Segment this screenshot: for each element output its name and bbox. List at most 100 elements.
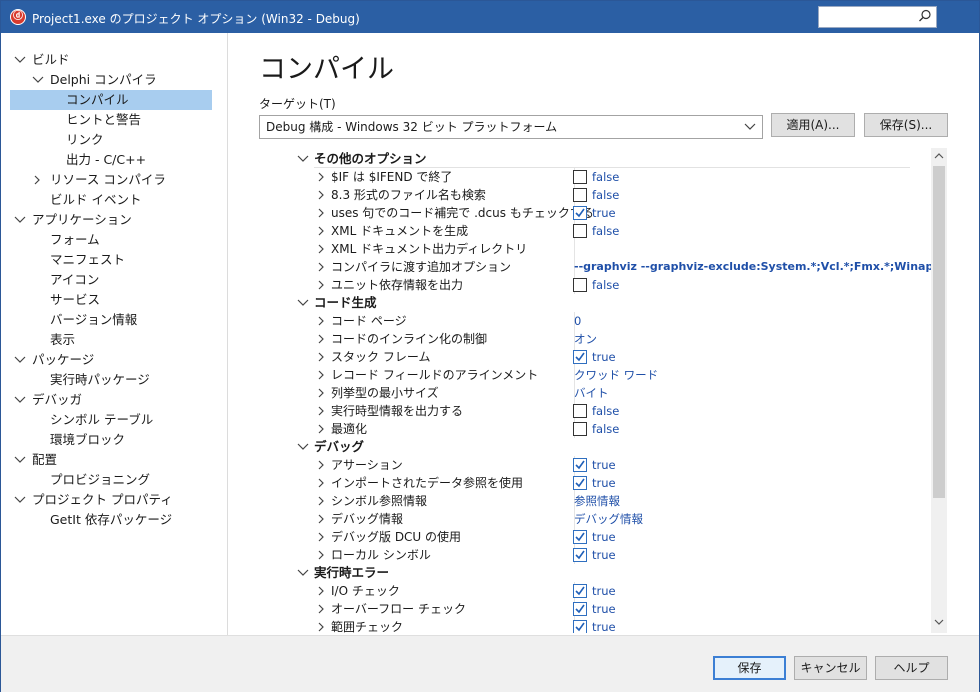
sidebar-item[interactable]: マニフェスト	[10, 250, 220, 270]
save-settings-button[interactable]: 保存(S)...	[864, 113, 948, 137]
vertical-scrollbar[interactable]	[931, 148, 947, 633]
option-row[interactable]: コード ページ 0	[289, 312, 949, 330]
option-checkbox[interactable]	[573, 206, 587, 220]
chevron-right-icon[interactable]	[316, 604, 326, 614]
option-row[interactable]: 範囲チェック true	[289, 618, 949, 633]
chevron-right-icon[interactable]	[316, 514, 326, 524]
option-checkbox[interactable]	[573, 278, 587, 292]
option-row[interactable]: デバッグ版 DCU の使用 true	[289, 528, 949, 546]
sidebar-item[interactable]: アイコン	[10, 270, 220, 290]
help-button[interactable]: ヘルプ	[875, 656, 948, 680]
option-value[interactable]: --graphviz --graphviz-exclude:System.*;V…	[574, 258, 947, 276]
chevron-down-icon[interactable]	[297, 442, 309, 452]
sidebar-item[interactable]: リンク	[10, 130, 220, 150]
option-checkbox[interactable]	[573, 530, 587, 544]
sidebar-item[interactable]: コンパイル	[10, 90, 212, 110]
option-checkbox[interactable]	[573, 188, 587, 202]
option-value[interactable]: クワッド ワード	[574, 366, 658, 384]
chevron-down-icon[interactable]	[32, 75, 44, 85]
option-checkbox[interactable]	[573, 602, 587, 616]
scroll-up-icon[interactable]	[934, 152, 944, 160]
option-row[interactable]: オーバーフロー チェック true	[289, 600, 949, 618]
chevron-right-icon[interactable]	[316, 172, 326, 182]
save-button[interactable]: 保存	[713, 656, 786, 680]
search-input[interactable]	[818, 6, 937, 28]
option-checkbox[interactable]	[573, 584, 587, 598]
option-row[interactable]: レコード フィールドのアラインメント クワッド ワード	[289, 366, 949, 384]
chevron-down-icon[interactable]	[14, 55, 26, 65]
sidebar-item[interactable]: プロジェクト プロパティ	[10, 490, 220, 510]
chevron-right-icon[interactable]	[316, 208, 326, 218]
option-checkbox[interactable]	[573, 170, 587, 184]
sidebar-item[interactable]: 実行時パッケージ	[10, 370, 220, 390]
option-checkbox[interactable]	[573, 476, 587, 490]
option-row[interactable]: コンパイラに渡す追加オプション --graphviz --graphviz-exc…	[289, 258, 949, 276]
option-row[interactable]: I/O チェック true	[289, 582, 949, 600]
cancel-button[interactable]: キャンセル	[794, 656, 867, 680]
sidebar-item[interactable]: ヒントと警告	[10, 110, 220, 130]
option-category[interactable]: その他のオプション	[289, 150, 949, 168]
chevron-down-icon[interactable]	[14, 215, 26, 225]
sidebar-item[interactable]: ビルド イベント	[10, 190, 220, 210]
apply-button[interactable]: 適用(A)...	[771, 113, 855, 137]
sidebar-item[interactable]: GetIt 依存パッケージ	[10, 510, 220, 530]
sidebar-item[interactable]: ビルド	[10, 50, 220, 70]
chevron-right-icon[interactable]	[316, 424, 326, 434]
sidebar-item[interactable]: リソース コンパイラ	[10, 170, 220, 190]
option-category[interactable]: コード生成	[289, 294, 949, 312]
sidebar-item[interactable]: 出力 - C/C++	[10, 150, 220, 170]
option-checkbox[interactable]	[573, 458, 587, 472]
sidebar-item[interactable]: プロビジョニング	[10, 470, 220, 490]
sidebar-item[interactable]: Delphi コンパイラ	[10, 70, 220, 90]
chevron-right-icon[interactable]	[316, 478, 326, 488]
option-row[interactable]: コードのインライン化の制御 オン	[289, 330, 949, 348]
chevron-down-icon[interactable]	[297, 154, 309, 164]
chevron-down-icon[interactable]	[14, 455, 26, 465]
chevron-right-icon[interactable]	[316, 316, 326, 326]
option-checkbox[interactable]	[573, 548, 587, 562]
chevron-right-icon[interactable]	[316, 460, 326, 470]
sidebar-item[interactable]: フォーム	[10, 230, 220, 250]
chevron-right-icon[interactable]	[316, 226, 326, 236]
option-row[interactable]: ローカル シンボル true	[289, 546, 949, 564]
sidebar-item[interactable]: 表示	[10, 330, 220, 350]
option-checkbox[interactable]	[573, 404, 587, 418]
chevron-right-icon[interactable]	[316, 550, 326, 560]
chevron-right-icon[interactable]	[316, 262, 326, 272]
sidebar-item[interactable]: 配置	[10, 450, 220, 470]
chevron-right-icon[interactable]	[316, 334, 326, 344]
option-row[interactable]: $IF は $IFEND で終了 false	[289, 168, 949, 186]
chevron-right-icon[interactable]	[316, 190, 326, 200]
chevron-right-icon[interactable]	[316, 406, 326, 416]
chevron-down-icon[interactable]	[14, 355, 26, 365]
option-checkbox[interactable]	[573, 620, 587, 633]
scrollbar-thumb[interactable]	[933, 166, 945, 498]
option-value[interactable]: 0	[574, 312, 581, 330]
chevron-down-icon[interactable]	[297, 568, 309, 578]
option-row[interactable]: インポートされたデータ参照を使用 true	[289, 474, 949, 492]
chevron-down-icon[interactable]	[14, 395, 26, 405]
option-row[interactable]: 実行時型情報を出力する false	[289, 402, 949, 420]
option-checkbox[interactable]	[573, 224, 587, 238]
option-row[interactable]: スタック フレーム true	[289, 348, 949, 366]
chevron-right-icon[interactable]	[316, 352, 326, 362]
chevron-right-icon[interactable]	[32, 175, 42, 185]
chevron-right-icon[interactable]	[316, 496, 326, 506]
option-value[interactable]: バイト	[574, 384, 609, 402]
option-row[interactable]: アサーション true	[289, 456, 949, 474]
option-row[interactable]: ユニット依存情報を出力 false	[289, 276, 949, 294]
option-value[interactable]: デバッグ情報	[574, 510, 643, 528]
option-row[interactable]: XML ドキュメント出力ディレクトリ	[289, 240, 949, 258]
scroll-down-icon[interactable]	[934, 618, 944, 626]
chevron-right-icon[interactable]	[316, 622, 326, 632]
chevron-right-icon[interactable]	[316, 388, 326, 398]
chevron-down-icon[interactable]	[297, 298, 309, 308]
sidebar-item[interactable]: パッケージ	[10, 350, 220, 370]
sidebar-item[interactable]: アプリケーション	[10, 210, 220, 230]
option-checkbox[interactable]	[573, 350, 587, 364]
sidebar-item[interactable]: バージョン情報	[10, 310, 220, 330]
option-row[interactable]: シンボル参照情報 参照情報	[289, 492, 949, 510]
option-category[interactable]: デバッグ	[289, 438, 949, 456]
option-row[interactable]: 列挙型の最小サイズ バイト	[289, 384, 949, 402]
option-row[interactable]: 最適化 false	[289, 420, 949, 438]
